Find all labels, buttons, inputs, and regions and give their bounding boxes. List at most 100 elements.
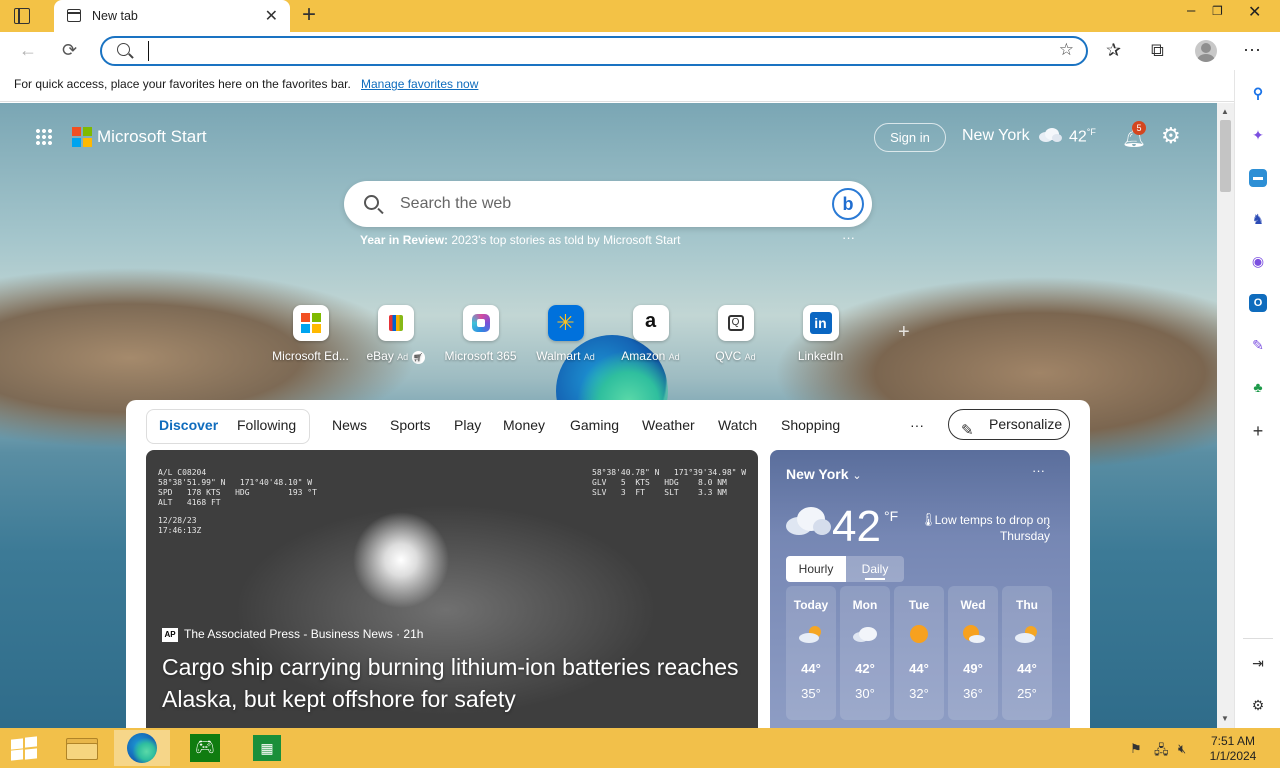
- tab-hourly[interactable]: Hourly: [786, 556, 846, 582]
- weather-card[interactable]: New York ⌄ ··· 42 °F 🌡︎ Low temps to dro…: [770, 450, 1070, 728]
- weather-more-button[interactable]: ···: [1032, 463, 1045, 478]
- web-search-box[interactable]: b: [344, 181, 872, 227]
- chevron-right-icon[interactable]: ›: [1046, 518, 1050, 533]
- quick-link-walmart[interactable]: ✳ Walmart Ad: [523, 305, 608, 363]
- tree-icon[interactable]: ♣: [1249, 378, 1267, 396]
- back-icon[interactable]: ←: [19, 40, 37, 61]
- personalize-button[interactable]: ✎ Personalize: [948, 409, 1070, 440]
- page-settings-gear-icon[interactable]: ⚙: [1161, 123, 1181, 149]
- quick-link-amazon[interactable]: a Amazon Ad: [608, 305, 693, 363]
- nav-shopping[interactable]: Shopping: [781, 417, 840, 433]
- weather-alert[interactable]: Low temps to drop on Thursday: [930, 512, 1050, 544]
- quick-link-qvc[interactable]: Q QVC Ad: [693, 305, 778, 363]
- sidebar-settings-gear-icon[interactable]: ⚙: [1249, 696, 1267, 714]
- app-launcher-icon[interactable]: [35, 128, 53, 146]
- file-explorer-icon[interactable]: [54, 730, 110, 766]
- forecast-day[interactable]: Wed 49° 36°: [948, 586, 998, 720]
- tab-following[interactable]: Following: [237, 417, 296, 433]
- forecast-low: 25°: [1017, 686, 1037, 701]
- copilot-icon[interactable]: ✦: [1249, 126, 1267, 144]
- quick-link-label: QVC: [715, 349, 742, 363]
- qvc-icon: Q: [717, 305, 754, 341]
- shopping-icon[interactable]: ▬: [1249, 169, 1267, 187]
- hero-article[interactable]: A/L C08204 58°38'51.99" N 171°40'48.10" …: [146, 450, 758, 728]
- tab-new-tab[interactable]: New tab ✕: [54, 0, 290, 32]
- cart-icon: 🛒︎: [411, 351, 425, 364]
- tab-discover[interactable]: Discover: [159, 417, 218, 433]
- network-icon[interactable]: 🖧︎: [1154, 741, 1169, 763]
- header-temperature[interactable]: 42°F: [1069, 127, 1096, 146]
- collections-icon[interactable]: ⧉: [1151, 40, 1164, 61]
- volume-muted-icon[interactable]: 🔇︎: [1178, 741, 1186, 757]
- scroll-up-icon[interactable]: ▲: [1221, 107, 1229, 116]
- add-sidebar-app-icon[interactable]: +: [1249, 422, 1267, 440]
- quick-link-label: LinkedIn: [797, 349, 844, 363]
- nav-play[interactable]: Play: [454, 417, 481, 433]
- manage-favorites-link[interactable]: Manage favorites now: [361, 77, 478, 91]
- tab-close-icon[interactable]: ✕: [265, 6, 278, 26]
- microsoft-365-icon[interactable]: ◉: [1249, 252, 1267, 270]
- scroll-down-icon[interactable]: ▼: [1221, 714, 1229, 723]
- weather-card-city[interactable]: New York ⌄: [786, 466, 862, 482]
- forecast-day[interactable]: Thu 44° 25°: [1002, 586, 1052, 720]
- address-bar[interactable]: ☆: [100, 36, 1088, 66]
- weather-city[interactable]: New York: [962, 127, 1030, 145]
- article-title[interactable]: Cargo ship carrying burning lithium-ion …: [162, 651, 742, 715]
- search-icon[interactable]: ⚲: [1249, 84, 1267, 102]
- weather-forecast-toggle: Hourly Daily: [786, 556, 904, 582]
- forecast-day[interactable]: Today 44° 35°: [786, 586, 836, 720]
- forecast-high: 49°: [963, 661, 983, 676]
- microsoft-365-icon: [462, 305, 499, 341]
- tab-actions-menu-icon[interactable]: [14, 8, 30, 24]
- games-icon[interactable]: ♞: [1249, 210, 1267, 228]
- new-tab-page-icon: [67, 9, 81, 22]
- tab-daily[interactable]: Daily: [846, 556, 904, 582]
- bing-chat-icon[interactable]: b: [832, 188, 864, 220]
- partly-cloudy-icon: [799, 626, 821, 643]
- hide-sidebar-icon[interactable]: ⇥: [1249, 654, 1267, 672]
- address-input[interactable]: [148, 41, 1028, 61]
- year-in-review-promo[interactable]: Year in Review: 2023's top stories as to…: [360, 233, 680, 247]
- sign-in-button[interactable]: Sign in: [874, 123, 946, 152]
- quick-link-ebay[interactable]: eBay Ad 🛒︎: [353, 305, 438, 364]
- quick-link-microsoft-edge[interactable]: Microsoft Ed...: [268, 305, 353, 363]
- quick-link-microsoft-365[interactable]: Microsoft 365: [438, 305, 523, 363]
- outlook-icon[interactable]: O: [1249, 294, 1267, 312]
- new-tab-button[interactable]: +: [302, 2, 316, 28]
- quick-link-linkedin[interactable]: in LinkedIn: [778, 305, 863, 363]
- forecast-day[interactable]: Tue 44° 32°: [894, 586, 944, 720]
- hud-overlay-left: A/L C08204 58°38'51.99" N 171°40'48.10" …: [158, 468, 317, 507]
- minimize-button[interactable]: –: [1187, 2, 1195, 19]
- add-quick-link-icon[interactable]: +: [898, 321, 910, 344]
- add-favorite-icon[interactable]: ☆: [1059, 40, 1074, 60]
- microsoft-store-icon[interactable]: ▦: [239, 730, 295, 766]
- nav-news[interactable]: News: [332, 417, 367, 433]
- forecast-day[interactable]: Mon 42° 30°: [840, 586, 890, 720]
- system-clock[interactable]: 7:51 AM 1/1/2024: [1203, 734, 1263, 764]
- nav-weather[interactable]: Weather: [642, 417, 695, 433]
- nav-gaming[interactable]: Gaming: [570, 417, 619, 433]
- article-source[interactable]: AP The Associated Press - Business News ·…: [162, 627, 423, 642]
- favorites-icon[interactable]: ✰: [1106, 40, 1121, 61]
- nav-sports[interactable]: Sports: [390, 417, 430, 433]
- designer-icon[interactable]: ✎: [1249, 336, 1267, 354]
- ad-label: Ad: [583, 352, 595, 362]
- microsoft-edge-icon[interactable]: [114, 730, 170, 766]
- page-scrollbar[interactable]: ▲ ▼: [1217, 103, 1234, 728]
- ebay-bag-icon: [377, 305, 414, 341]
- nav-money[interactable]: Money: [503, 417, 545, 433]
- nav-more-button[interactable]: ···: [910, 417, 924, 433]
- promo-more-button[interactable]: ···: [842, 230, 855, 245]
- scrollbar-thumb[interactable]: [1220, 120, 1231, 192]
- refresh-icon[interactable]: ⟳: [62, 40, 77, 61]
- action-center-flag-icon[interactable]: ⚑: [1130, 741, 1142, 757]
- start-button[interactable]: [10, 736, 38, 761]
- web-search-input[interactable]: [400, 192, 820, 216]
- more-icon[interactable]: ⋯: [1243, 40, 1261, 61]
- forecast-low: 36°: [963, 686, 983, 701]
- restore-button[interactable]: ❐: [1212, 4, 1223, 18]
- xbox-app-icon[interactable]: 🎮︎: [177, 730, 233, 766]
- nav-watch[interactable]: Watch: [718, 417, 757, 433]
- profile-avatar[interactable]: [1195, 40, 1217, 62]
- close-window-button[interactable]: ✕: [1248, 2, 1261, 22]
